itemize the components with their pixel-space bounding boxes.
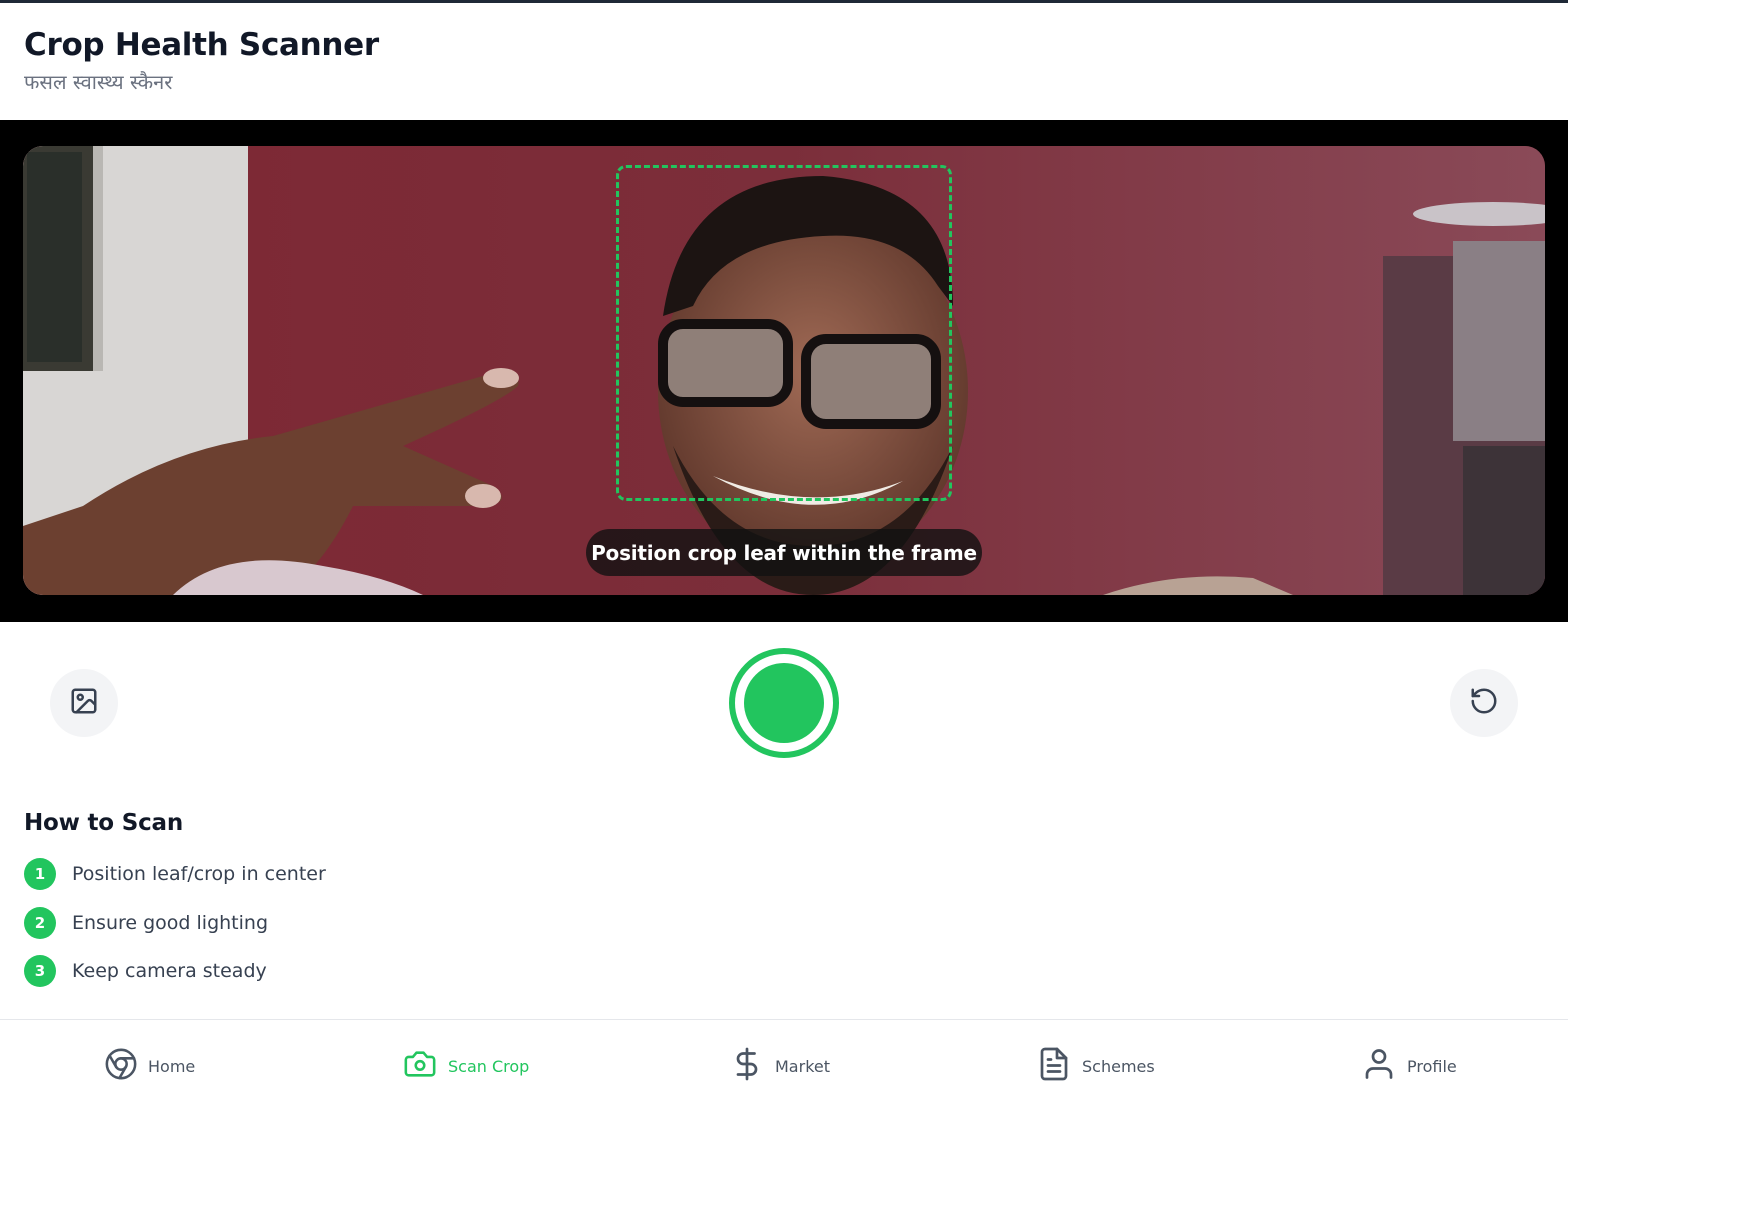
step-number: 1: [24, 858, 56, 890]
capture-button[interactable]: [729, 648, 839, 758]
nav-label: Market: [775, 1056, 830, 1076]
rotate-ccw-icon: [1469, 686, 1499, 720]
scan-frame: [616, 165, 952, 501]
nav-label: Schemes: [1082, 1056, 1155, 1076]
nav-item-home[interactable]: Home: [104, 1046, 195, 1086]
top-border: [0, 0, 1568, 3]
image-icon: [69, 686, 99, 720]
user-icon: [1361, 1046, 1397, 1086]
step-item: 3 Keep camera steady: [24, 955, 326, 987]
step-item: 2 Ensure good lighting: [24, 906, 326, 939]
how-to-section: How to Scan 1 Position leaf/crop in cent…: [24, 810, 326, 1004]
shutter-icon: [744, 663, 824, 743]
nav-item-profile[interactable]: Profile: [1361, 1046, 1457, 1086]
step-text: Ensure good lighting: [72, 911, 269, 934]
reset-button[interactable]: [1450, 669, 1518, 737]
dollar-icon: [729, 1046, 765, 1086]
scan-hint: Position crop leaf within the frame: [586, 529, 982, 576]
page-subtitle: फसल स्वास्थ्य स्कैनर: [24, 70, 173, 94]
camera-area: Position crop leaf within the frame: [0, 120, 1568, 622]
step-item: 1 Position leaf/crop in center: [24, 858, 326, 890]
nav-label: Home: [148, 1056, 196, 1076]
file-text-icon: [1036, 1046, 1072, 1086]
gallery-button[interactable]: [50, 669, 118, 737]
nav-item-market[interactable]: Market: [729, 1046, 830, 1086]
step-number: 2: [24, 906, 56, 939]
nav-item-scan-crop[interactable]: Scan Crop: [402, 1046, 529, 1086]
step-text: Keep camera steady: [72, 960, 267, 982]
camera-viewfinder[interactable]: Position crop leaf within the frame: [23, 146, 1545, 595]
how-to-title: How to Scan: [24, 810, 184, 836]
bottom-nav: Home Scan Crop Market Schemes Profile: [0, 1019, 1568, 1100]
nav-item-schemes[interactable]: Schemes: [1036, 1046, 1155, 1086]
chrome-icon: [104, 1047, 138, 1085]
step-text: Position leaf/crop in center: [72, 863, 326, 885]
nav-label: Scan Crop: [448, 1056, 530, 1076]
page-title: Crop Health Scanner: [24, 27, 379, 63]
camera-icon: [402, 1047, 438, 1085]
nav-label: Profile: [1407, 1056, 1457, 1076]
step-number: 3: [24, 955, 56, 987]
page-header: Crop Health Scanner फसल स्वास्थ्य स्कैनर: [24, 26, 379, 95]
